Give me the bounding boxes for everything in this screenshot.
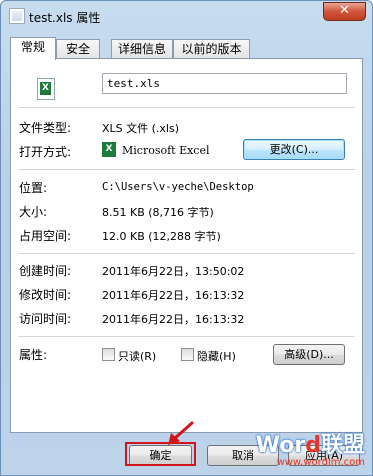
change-button[interactable]: 更改(C)... xyxy=(243,139,345,160)
file-properties-icon xyxy=(9,8,25,24)
properties-dialog: test.xls 属性 ✕ 常规 安全 详细信息 以前的版本 test.xls … xyxy=(0,0,373,476)
readonly-label[interactable]: 只读(R) xyxy=(118,348,156,364)
modified-value: 2011年6月22日，16:13:32 xyxy=(102,289,245,302)
watermark-url: www.wordlm.com xyxy=(276,457,365,468)
window-title: test.xls 属性 xyxy=(29,11,101,25)
size-on-disk-value: 12.0 KB (12,288 字节) xyxy=(102,230,221,243)
file-name-field[interactable]: test.xls xyxy=(102,73,347,94)
location-value: C:\Users\v-yeche\Desktop xyxy=(102,181,254,193)
location-label: 位置: xyxy=(19,181,48,195)
attributes-label: 属性: xyxy=(19,348,48,362)
accessed-value: 2011年6月22日，16:13:32 xyxy=(102,313,245,326)
watermark: Word联盟 www.wordlm.com xyxy=(256,435,365,469)
opens-with-label: 打开方式: xyxy=(19,145,72,159)
tab-security[interactable]: 安全 xyxy=(56,39,100,59)
created-value: 2011年6月22日，13:50:02 xyxy=(102,265,245,278)
separator xyxy=(19,107,355,108)
close-button[interactable]: ✕ xyxy=(323,2,366,21)
size-value: 8.51 KB (8,716 字节) xyxy=(102,206,214,219)
file-type-value: XLS 文件 (.xls) xyxy=(102,122,180,135)
tab-details[interactable]: 详细信息 xyxy=(111,39,173,59)
tab-general[interactable]: 常规 xyxy=(10,37,56,60)
title-bar[interactable]: test.xls 属性 ✕ xyxy=(1,1,372,31)
size-on-disk-label: 占用空间: xyxy=(19,229,72,243)
pointer-arrow-icon xyxy=(168,421,194,445)
opens-with-value: Microsoft Excel xyxy=(122,144,210,157)
separator xyxy=(19,169,355,170)
accessed-label: 访问时间: xyxy=(19,312,72,326)
hidden-checkbox[interactable] xyxy=(181,348,194,361)
created-label: 创建时间: xyxy=(19,264,72,278)
excel-file-icon xyxy=(37,78,55,100)
hidden-label[interactable]: 隐藏(H) xyxy=(197,348,236,364)
size-label: 大小: xyxy=(19,205,48,219)
file-type-label: 文件类型: xyxy=(19,121,72,135)
advanced-button[interactable]: 高级(D)... xyxy=(273,344,345,365)
separator xyxy=(19,336,355,337)
excel-app-icon: X xyxy=(102,142,116,157)
readonly-checkbox[interactable] xyxy=(102,348,115,361)
tab-previous-versions[interactable]: 以前的版本 xyxy=(173,39,250,59)
modified-label: 修改时间: xyxy=(19,288,72,302)
separator xyxy=(19,253,355,254)
general-panel: test.xls 文件类型: XLS 文件 (.xls) 打开方式: X Mic… xyxy=(10,58,363,433)
watermark-logo: Word联盟 xyxy=(255,433,365,458)
